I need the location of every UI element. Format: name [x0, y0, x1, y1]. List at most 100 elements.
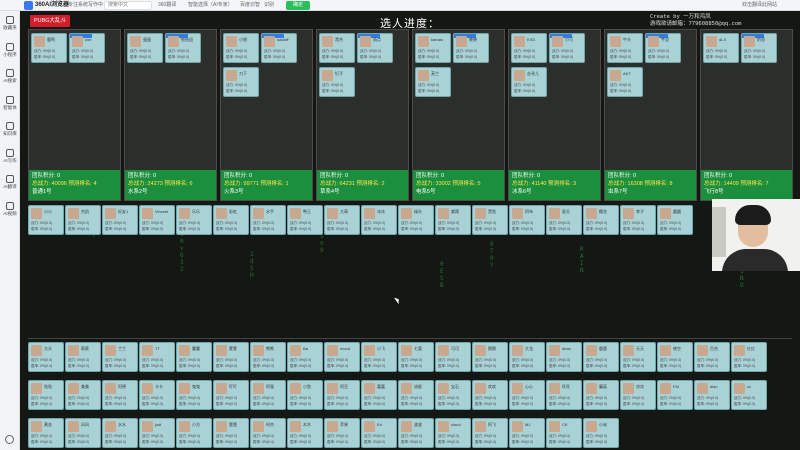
player-card[interactable]: 风风 战力: 0%(0.0) 胜率: 0%(0.0): [65, 418, 101, 448]
player-card[interactable]: KXD 战力: 0%(0.0) 胜率: 0%(0.0): [511, 33, 547, 63]
player-card[interactable]: 阿德 战力: 0%(0.0) 胜率: 0%(0.0): [102, 380, 138, 410]
player-card[interactable]: 美美 战力: 0%(0.0) 胜率: 0%(0.0): [65, 380, 101, 410]
player-card[interactable]: 兰兰 战力: 0%(0.0) 胜率: 0%(0.0): [102, 342, 138, 372]
player-card[interactable]: dLS 战力: 0%(0.0) 胜率: 0%(0.0): [703, 33, 739, 63]
player-card[interactable]: 嘉嘉 战力: 0%(0.0) 胜率: 0%(0.0): [361, 380, 397, 410]
player-card[interactable]: 小米 战力: 0%(0.0) 胜率: 0%(0.0): [583, 418, 619, 448]
player-card[interactable]: 蒙蒙 战力: 0%(0.0) 胜率: 0%(0.0): [213, 342, 249, 372]
player-card[interactable]: sadziff 战力: 0%(0.0) 胜率: 0%(0.0): [261, 33, 297, 63]
player-card[interactable]: 蔡蔡 战力: 0%(0.0) 胜率: 0%(0.0): [65, 342, 101, 372]
player-card[interactable]: 杰凯 战力: 0%(0.0) 胜率: 0%(0.0): [65, 205, 101, 235]
player-card[interactable]: 好友1 战力: 0%(0.0) 胜率: 0%(0.0): [102, 205, 138, 235]
player-card[interactable]: 欢欢 战力: 0%(0.0) 胜率: 0%(0.0): [472, 380, 508, 410]
menu-baidu[interactable]: 百度识智: [240, 1, 260, 10]
sidebar-item-0[interactable]: 收藏夹: [0, 13, 20, 39]
player-card[interactable]: kanato 战力: 0%(0.0) 胜率: 0%(0.0): [415, 33, 451, 63]
player-card[interactable]: Eri 战力: 0%(0.0) 胜率: 0%(0.0): [361, 418, 397, 448]
player-card[interactable]: 阿豆 战力: 0%(0.0) 胜率: 0%(0.0): [324, 380, 360, 410]
player-card[interactable]: 乐乐 战力: 0%(0.0) 胜率: 0%(0.0): [176, 205, 212, 235]
player-card[interactable]: 芙兰 战力: 0%(0.0) 胜率: 0%(0.0): [415, 67, 451, 97]
settings-gear-icon[interactable]: [5, 435, 14, 444]
player-card[interactable]: 咕咕 战力: 0%(0.0) 胜率: 0%(0.0): [28, 380, 64, 410]
player-card[interactable]: 芋泥 战力: 0%(0.0) 胜率: 0%(0.0): [645, 33, 681, 63]
player-card[interactable]: dean 战力: 0%(0.0) 胜率: 0%(0.0): [546, 342, 582, 372]
player-card[interactable]: AKT 战力: 0%(0.0) 胜率: 0%(0.0): [607, 67, 643, 97]
player-card[interactable]: 牛头 战力: 0%(0.0) 胜率: 0%(0.0): [607, 33, 643, 63]
player-card[interactable]: MJ 战力: 0%(0.0) 胜率: 0%(0.0): [509, 418, 545, 448]
player-card[interactable]: 绿头 战力: 0%(0.0) 胜率: 0%(0.0): [398, 205, 434, 235]
tab-hint[interactable]: 专注系统写作中: [68, 1, 103, 10]
player-card[interactable]: 李子 战力: 0%(0.0) 胜率: 0%(0.0): [620, 205, 656, 235]
player-card[interactable]: 阿飞 战力: 0%(0.0) 胜率: 0%(0.0): [472, 418, 508, 448]
translate-site-link[interactable]: 双击翻译此网站: [742, 1, 777, 10]
player-card[interactable]: 壹壹 战力: 0%(0.0) 胜率: 0%(0.0): [213, 418, 249, 448]
player-card[interactable]: 刀下 战力: 0%(0.0) 胜率: 0%(0.0): [223, 67, 259, 97]
player-card[interactable]: 黑杰 战力: 0%(0.0) 胜率: 0%(0.0): [319, 33, 355, 63]
player-card[interactable]: 钉子 战力: 0%(0.0) 胜率: 0%(0.0): [319, 67, 355, 97]
menu-smart-select[interactable]: 智能选择（AI专家）: [188, 1, 233, 10]
player-card[interactable]: 小飞 战力: 0%(0.0) 胜率: 0%(0.0): [361, 342, 397, 372]
player-card[interactable]: mood 战力: 0%(0.0) 胜率: 0%(0.0): [324, 342, 360, 372]
confirm-button[interactable]: 确定: [286, 1, 310, 10]
sidebar-item-3[interactable]: 智能体: [0, 93, 20, 119]
player-card[interactable]: 樱花 战力: 0%(0.0) 胜率: 0%(0.0): [583, 205, 619, 235]
player-card[interactable]: 阿布 战力: 0%(0.0) 胜率: 0%(0.0): [509, 205, 545, 235]
player-card[interactable]: 鬼鬼 战力: 0%(0.0) 胜率: 0%(0.0): [176, 380, 212, 410]
player-card[interactable]: 绘绘迎 战力: 0%(0.0) 胜率: 0%(0.0): [165, 33, 201, 63]
player-card[interactable]: jodi 战力: 0%(0.0) 胜率: 0%(0.0): [139, 418, 175, 448]
player-card[interactable]: 宝石 战力: 0%(0.0) 胜率: 0%(0.0): [435, 380, 471, 410]
player-card[interactable]: 凉凉 战力: 0%(0.0) 胜率: 0%(0.0): [620, 380, 656, 410]
player-card[interactable]: 阿杰 战力: 0%(0.0) 胜率: 0%(0.0): [250, 418, 286, 448]
sidebar-item-5[interactable]: AI写作: [0, 146, 20, 172]
player-card[interactable]: 晓晓 战力: 0%(0.0) 胜率: 0%(0.0): [453, 33, 489, 63]
sidebar-item-4[interactable]: 知识库: [0, 119, 20, 145]
player-card[interactable]: 奶思 战力: 0%(0.0) 胜率: 0%(0.0): [741, 33, 777, 63]
player-card[interactable]: 冰冰 战力: 0%(0.0) 胜率: 0%(0.0): [361, 205, 397, 235]
player-card[interactable]: 七喜 战力: 0%(0.0) 胜率: 0%(0.0): [398, 342, 434, 372]
player-card[interactable]: 圆圆 战力: 0%(0.0) 胜率: 0%(0.0): [657, 205, 693, 235]
menu-recognize[interactable]: 识别: [264, 1, 274, 10]
player-card[interactable]: dian 战力: 0%(0.0) 胜率: 0%(0.0): [694, 380, 730, 410]
player-card[interactable]: 叮叮 战力: 0%(0.0) 胜率: 0%(0.0): [213, 380, 249, 410]
sidebar-item-6[interactable]: AI翻译: [0, 172, 20, 198]
player-card[interactable]: 苦寻儿 战力: 0%(0.0) 胜率: 0%(0.0): [511, 67, 547, 97]
player-card[interactable]: Ba 战力: 0%(0.0) 胜率: 0%(0.0): [287, 342, 323, 372]
player-card[interactable]: 苹果 战力: 0%(0.0) 胜率: 0%(0.0): [324, 418, 360, 448]
player-card[interactable]: 鹿鸣 战力: 0%(0.0) 胜率: 0%(0.0): [31, 33, 67, 63]
player-card[interactable]: FM 战力: 0%(0.0) 胜率: 0%(0.0): [657, 380, 693, 410]
player-card[interactable]: 蛋蛋 战力: 0%(0.0) 胜率: 0%(0.0): [127, 33, 163, 63]
player-card[interactable]: 霍霍 战力: 0%(0.0) 胜率: 0%(0.0): [176, 342, 212, 372]
player-card[interactable]: CK 战力: 0%(0.0) 胜率: 0%(0.0): [546, 418, 582, 448]
player-card[interactable]: 水手 战力: 0%(0.0) 胜率: 0%(0.0): [250, 205, 286, 235]
player-card[interactable]: zoe 战力: 0%(0.0) 胜率: 0%(0.0): [69, 33, 105, 63]
search-input[interactable]: 搜索中文: [104, 1, 152, 10]
player-card[interactable]: 小小 战力: 0%(0.0) 胜率: 0%(0.0): [28, 205, 64, 235]
player-card[interactable]: 小朋 战力: 0%(0.0) 胜率: 0%(0.0): [223, 33, 259, 63]
player-card[interactable]: 红红 战力: 0%(0.0) 胜率: 0%(0.0): [731, 342, 767, 372]
sidebar-item-7[interactable]: AI视频: [0, 199, 20, 225]
player-card[interactable]: 熊熊 战力: 0%(0.0) 胜率: 0%(0.0): [250, 342, 286, 372]
player-card[interactable]: 可可 战力: 0%(0.0) 胜率: 0%(0.0): [435, 342, 471, 372]
player-card[interactable]: 木木 战力: 0%(0.0) 胜率: 0%(0.0): [287, 418, 323, 448]
sidebar-item-1[interactable]: 小程序: [0, 40, 20, 66]
player-card[interactable]: 小可 战力: 0%(0.0) 胜率: 0%(0.0): [549, 33, 585, 63]
player-card[interactable]: 卡卡 战力: 0%(0.0) 胜率: 0%(0.0): [139, 380, 175, 410]
player-card[interactable]: 波波 战力: 0%(0.0) 胜率: 0%(0.0): [398, 418, 434, 448]
player-card[interactable]: 百合 战力: 0%(0.0) 胜率: 0%(0.0): [694, 342, 730, 372]
player-card[interactable]: 天天 战力: 0%(0.0) 胜率: 0%(0.0): [620, 342, 656, 372]
player-card[interactable]: 大萌 战力: 0%(0.0) 胜率: 0%(0.0): [324, 205, 360, 235]
player-card[interactable]: 阿强 战力: 0%(0.0) 胜率: 0%(0.0): [250, 380, 286, 410]
player-card[interactable]: 鹅鹅 战力: 0%(0.0) 胜率: 0%(0.0): [472, 342, 508, 372]
player-card[interactable]: 鹿鹿 战力: 0%(0.0) 胜率: 0%(0.0): [583, 342, 619, 372]
player-card[interactable]: 彩虹 战力: 0%(0.0) 胜率: 0%(0.0): [213, 205, 249, 235]
player-card[interactable]: 大头 战力: 0%(0.0) 胜率: 0%(0.0): [28, 342, 64, 372]
player-card[interactable]: Vincent 战力: 0%(0.0) 胜率: 0%(0.0): [139, 205, 175, 235]
player-card[interactable]: 雨点 战力: 0%(0.0) 胜率: 0%(0.0): [357, 33, 393, 63]
player-card[interactable]: 大龙 战力: 0%(0.0) 胜率: 0%(0.0): [509, 342, 545, 372]
player-card[interactable]: 紫薇 战力: 0%(0.0) 胜率: 0%(0.0): [435, 205, 471, 235]
player-card[interactable]: 旺旺 战力: 0%(0.0) 胜率: 0%(0.0): [546, 380, 582, 410]
player-card[interactable]: 小鱼 战力: 0%(0.0) 胜率: 0%(0.0): [287, 380, 323, 410]
sidebar-item-2[interactable]: AI搜索: [0, 66, 20, 92]
player-card[interactable]: 蘑菇 战力: 0%(0.0) 胜率: 0%(0.0): [583, 380, 619, 410]
player-card[interactable]: 心心 战力: 0%(0.0) 胜率: 0%(0.0): [509, 380, 545, 410]
